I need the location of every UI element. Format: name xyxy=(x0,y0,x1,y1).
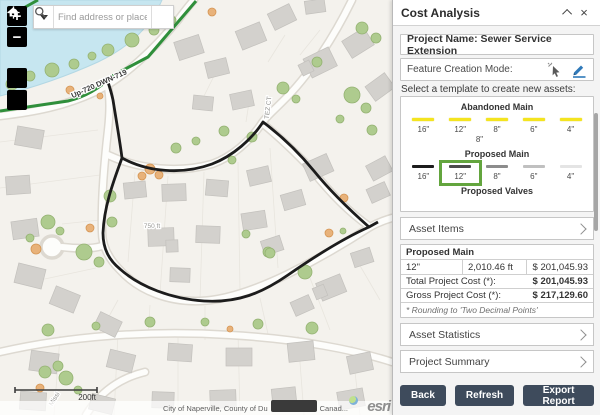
section-asset-items[interactable]: Asset Items xyxy=(400,217,594,240)
section-asset-statistics[interactable]: Asset Statistics xyxy=(400,323,594,346)
attribution-text: City of Naperville, County of Du xyxy=(163,404,268,413)
proposed-line-swatch xyxy=(449,165,471,168)
home-button[interactable] xyxy=(7,68,27,88)
panel-header: Cost Analysis × xyxy=(393,0,600,26)
asset-size-cell: 12" xyxy=(401,260,463,274)
gross-cost-value: $ 217,129.60 xyxy=(533,290,588,301)
close-icon: × xyxy=(580,6,588,19)
attribution-suffix: Canad... xyxy=(320,404,348,413)
export-report-button[interactable]: Export Report xyxy=(523,385,594,406)
abandoned-line-swatch xyxy=(412,118,434,121)
template-picker: Abandoned Main 16" 12" 8" 6" xyxy=(400,96,594,212)
template-section-label: Select a template to create new assets: xyxy=(401,84,576,95)
feature-creation-mode-label: Feature Creation Mode: xyxy=(407,64,513,75)
search-box xyxy=(33,5,174,29)
total-cost-value: $ 201,045.93 xyxy=(533,276,588,287)
proposed-line-swatch xyxy=(523,165,545,168)
abandoned-line-swatch xyxy=(560,118,582,121)
template-group-abandoned-main: Abandoned Main xyxy=(401,102,593,112)
attribution-dark-badge xyxy=(271,400,317,412)
template-abandoned-6in[interactable]: 6" xyxy=(517,118,550,134)
close-button[interactable]: × xyxy=(576,5,592,21)
chevron-right-icon xyxy=(575,329,586,340)
chevron-right-icon xyxy=(575,223,586,234)
smart-select-mode-button[interactable] xyxy=(546,62,564,78)
template-abandoned-16in[interactable]: 16" xyxy=(407,118,440,134)
template-abandoned-8in-b[interactable]: 8" xyxy=(463,135,496,144)
template-proposed-6in[interactable]: 6" xyxy=(517,165,550,181)
search-input[interactable] xyxy=(54,6,151,28)
template-proposed-16in[interactable]: 16" xyxy=(407,165,440,181)
esri-logo: esri xyxy=(367,399,390,414)
abandoned-line-swatch xyxy=(523,118,545,121)
template-abandoned-12in[interactable]: 12" xyxy=(444,118,477,134)
locate-button[interactable] xyxy=(7,90,27,110)
map-controls: + − xyxy=(7,6,27,110)
smart-select-icon xyxy=(547,62,563,78)
section-project-summary[interactable]: Project Summary xyxy=(400,350,594,373)
template-abandoned-4in[interactable]: 4" xyxy=(554,118,587,134)
template-proposed-12in-selected[interactable]: 12" xyxy=(444,165,477,181)
total-cost-row: Total Project Cost (*): $ 201,045.93 xyxy=(401,274,593,289)
attribution-bar: City of Naperville, County of Du Canad..… xyxy=(0,401,392,415)
panel-title: Cost Analysis xyxy=(401,6,560,20)
refresh-button[interactable]: Refresh xyxy=(455,385,514,406)
cost-table-row: 12" 2,010.46 ft $ 201,045.93 xyxy=(401,260,593,275)
chevron-right-icon xyxy=(575,356,586,367)
proposed-line-swatch xyxy=(412,165,434,168)
template-group-proposed-valves: Proposed Valves xyxy=(401,186,593,196)
template-abandoned-8in[interactable]: 8" xyxy=(480,118,513,134)
back-button[interactable]: Back xyxy=(400,385,446,406)
chevron-up-icon xyxy=(562,9,572,19)
distance-marker-label: 750 ft xyxy=(144,223,160,230)
zoom-out-button[interactable]: − xyxy=(7,27,27,47)
locate-icon xyxy=(7,6,20,19)
search-icon xyxy=(34,6,47,19)
template-proposed-4in[interactable]: 4" xyxy=(554,165,587,181)
project-name-field[interactable]: Project Name: Sewer Service Extension xyxy=(400,34,594,55)
app-window: Up-720 DWN-719 TEZ CT Missi 750 ft 200ft… xyxy=(0,0,600,415)
pencil-icon xyxy=(570,62,587,78)
asset-length-cell: 2,010.46 ft xyxy=(463,260,527,274)
asset-cost-cell: $ 201,045.93 xyxy=(527,260,593,274)
project-name-text: Project Name: Sewer Service Extension xyxy=(407,33,587,57)
abandoned-line-swatch xyxy=(486,118,508,121)
gross-cost-row: Gross Project Cost (*): $ 217,129.60 xyxy=(401,288,593,303)
feature-creation-mode-row: Feature Creation Mode: xyxy=(400,58,594,81)
rounding-footnote: * Rounding to 'Two Decimal Points' xyxy=(401,303,593,317)
map-canvas[interactable]: Up-720 DWN-719 TEZ CT Missi 750 ft 200ft… xyxy=(0,0,392,415)
draw-mode-button[interactable] xyxy=(569,62,587,78)
collapse-button[interactable] xyxy=(560,5,576,21)
proposed-line-swatch xyxy=(486,165,508,168)
template-group-proposed-main: Proposed Main xyxy=(401,149,593,159)
panel-scrollbar-thumb[interactable] xyxy=(594,113,598,231)
abandoned-line-swatch xyxy=(449,118,471,121)
map-graphics[interactable]: Up-720 DWN-719 TEZ CT Missi 750 ft 200ft xyxy=(0,0,392,415)
cost-analysis-panel: Cost Analysis × Project Name: Sewer Serv… xyxy=(392,0,600,415)
cost-table: Proposed Main 12" 2,010.46 ft $ 201,045.… xyxy=(400,244,594,318)
esri-globe-icon xyxy=(349,396,358,405)
template-proposed-8in[interactable]: 8" xyxy=(480,165,513,181)
search-button[interactable] xyxy=(151,6,173,28)
cost-table-group-header: Proposed Main xyxy=(401,245,593,260)
proposed-line-swatch xyxy=(560,165,582,168)
panel-actions: Back Refresh Export Report xyxy=(400,385,594,406)
